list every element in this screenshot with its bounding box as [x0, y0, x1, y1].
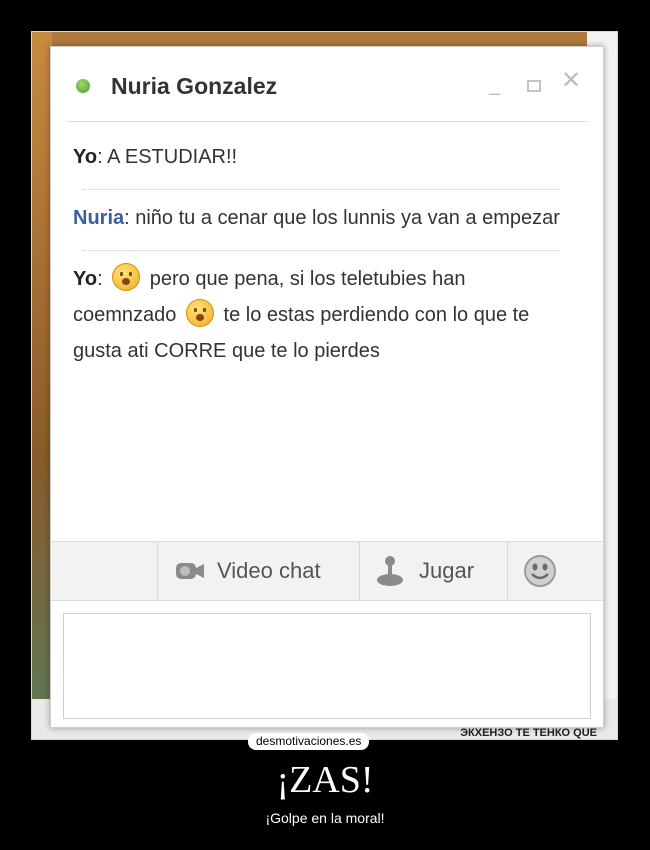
background-photo-strip — [32, 32, 52, 739]
message-divider — [83, 189, 559, 190]
maximize-icon[interactable] — [527, 80, 541, 92]
emoticon-button[interactable] — [523, 542, 557, 600]
poster-title: ¡ZAS! — [276, 759, 374, 801]
surprised-emoticon-icon — [185, 299, 214, 327]
close-icon[interactable]: ✕ — [561, 69, 581, 93]
play-game-button[interactable]: Jugar — [375, 542, 474, 600]
video-chat-label: Video chat — [217, 558, 321, 583]
message-sender: Nuria — [73, 207, 125, 229]
chat-titlebar: Nuria Gonzalez _ ✕ — [51, 47, 603, 121]
joystick-icon — [377, 556, 403, 586]
video-chat-button[interactable]: Video chat — [175, 542, 321, 600]
message-sender: Yo — [73, 146, 98, 168]
message-list: Yo: A ESTUDIAR!! Nuria: niño tu a cenar … — [73, 139, 573, 369]
toolbar-divider — [507, 542, 508, 600]
chat-message: Nuria: niño tu a cenar que los lunnis ya… — [73, 200, 573, 236]
brand-watermark: desmotivaciones.es — [248, 733, 370, 750]
message-input[interactable] — [63, 613, 591, 719]
chat-message: Yo: A ESTUDIAR!! — [73, 139, 573, 175]
message-sender: Yo — [73, 268, 98, 290]
title-divider — [67, 121, 587, 122]
background-text-snippet: ЭКХЕНЗО ТЕ ТЕНКО QUE — [460, 727, 597, 739]
message-text: : niño tu a cenar que los lunnis ya van … — [124, 207, 560, 229]
toolbar-divider — [157, 542, 158, 600]
message-divider — [83, 250, 559, 251]
online-status-icon — [76, 79, 90, 93]
chat-message: Yo: pero que pena, si los teletubies han… — [73, 261, 573, 369]
contact-name: Nuria Gonzalez — [111, 73, 278, 99]
smiley-icon — [524, 555, 556, 587]
chat-toolbar: Video chat Jugar — [51, 541, 603, 601]
video-camera-icon — [176, 563, 204, 579]
surprised-emoticon-icon — [112, 263, 141, 291]
poster-subtitle: ¡Golpe en la moral! — [265, 810, 385, 826]
minimize-icon[interactable]: _ — [489, 75, 500, 95]
play-game-label: Jugar — [419, 558, 475, 583]
message-text: : A ESTUDIAR!! — [97, 146, 238, 168]
toolbar-divider — [359, 542, 360, 600]
poster-image-frame: ЭКХЕНЗО ТЕ ТЕНКО QUE Nuria Gonzalez _ ✕ … — [31, 31, 618, 740]
chat-window: Nuria Gonzalez _ ✕ Yo: A ESTUDIAR!! Nuri… — [50, 46, 604, 728]
